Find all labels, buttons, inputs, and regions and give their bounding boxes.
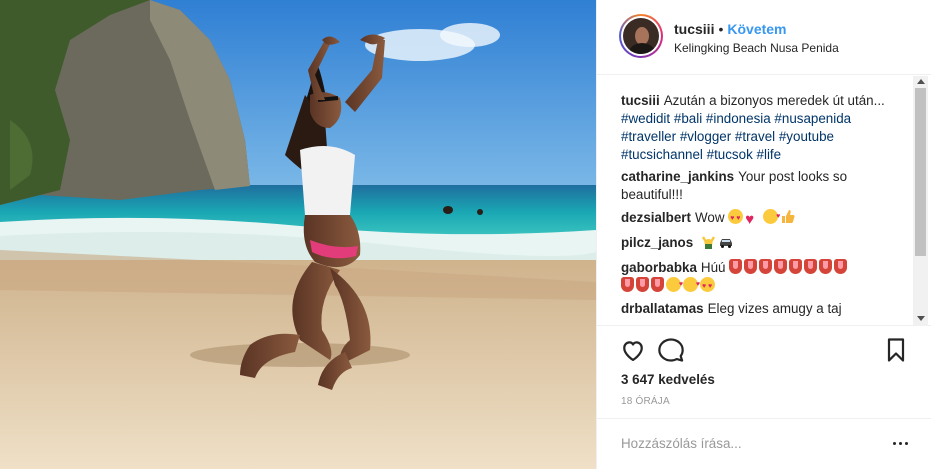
post-header: tucsiii • Követem Kelingking Beach Nusa Pe… bbox=[597, 0, 931, 75]
likes-count[interactable]: 3 647 kedvelés bbox=[621, 372, 715, 387]
hashtag-link[interactable]: #bali bbox=[674, 111, 702, 126]
tongue-emoji-icon bbox=[819, 259, 833, 274]
more-options-icon[interactable] bbox=[892, 435, 910, 451]
hashtag-link[interactable]: #traveller bbox=[621, 129, 676, 144]
heart-outline-icon bbox=[623, 341, 643, 362]
scroll-up-arrow-icon[interactable] bbox=[917, 79, 925, 84]
comment-button[interactable] bbox=[657, 336, 685, 364]
follow-button[interactable]: Követem bbox=[727, 21, 786, 37]
hashtag-link[interactable]: #vlogger bbox=[680, 129, 731, 144]
tongue-emoji-icon bbox=[744, 259, 758, 274]
hashtag-link[interactable]: #wedidit bbox=[621, 111, 670, 126]
comment-username[interactable]: tucsiii bbox=[621, 93, 660, 108]
tongue-emoji-icon bbox=[636, 277, 649, 292]
header-user-line: tucsiii • Követem bbox=[674, 21, 787, 37]
hashtag-link[interactable]: #indonesia bbox=[706, 111, 771, 126]
add-comment-section bbox=[597, 418, 931, 469]
post-photo[interactable] bbox=[0, 0, 596, 469]
tongue-emoji-icon bbox=[651, 277, 664, 292]
comment-item: gaborbabka Húú bbox=[621, 259, 907, 296]
hashtag-link[interactable]: #tucsok bbox=[707, 147, 753, 162]
hashtag-link[interactable]: #nusapenida bbox=[774, 111, 851, 126]
scrollbar-thumb[interactable] bbox=[915, 88, 926, 256]
comment-bubble-icon bbox=[658, 338, 684, 362]
comment-text: Wow bbox=[694, 210, 725, 225]
tongue-emoji-icon bbox=[804, 259, 818, 274]
kiss-emoji-icon bbox=[666, 276, 683, 294]
tongue-emoji-icon bbox=[774, 259, 788, 274]
kiss-emoji-icon bbox=[763, 208, 780, 226]
comment-input[interactable] bbox=[621, 432, 871, 454]
post-side-panel: tucsiii • Követem Kelingking Beach Nusa Pe… bbox=[596, 0, 931, 469]
car-emoji-icon bbox=[718, 234, 733, 249]
scroll-down-arrow-icon[interactable] bbox=[917, 316, 925, 321]
comment-item: catharine_jankins Your post looks so beau… bbox=[621, 168, 907, 204]
avatar[interactable] bbox=[619, 14, 663, 58]
heart-eyes-emoji-icon bbox=[700, 277, 715, 296]
comments-scrollbar[interactable] bbox=[913, 76, 928, 326]
comment-caption: tucsiii Azután a bizonyos meredek út után… bbox=[621, 92, 907, 164]
hashtag-link[interactable]: #life bbox=[757, 147, 782, 162]
comment-username[interactable]: dezsialbert bbox=[621, 210, 691, 225]
comment-text: Azután a bizonyos meredek út után... bbox=[663, 93, 885, 108]
bookmark-icon bbox=[887, 338, 905, 362]
kiss-emoji-icon bbox=[683, 276, 700, 294]
tongue-emoji-icon bbox=[729, 259, 743, 274]
tongue-emoji-icon bbox=[759, 259, 773, 274]
comment-username[interactable]: catharine_jankins bbox=[621, 169, 734, 184]
comment-username[interactable]: drballatamas bbox=[621, 301, 704, 316]
tongue-emoji-icon bbox=[789, 259, 803, 274]
save-button[interactable] bbox=[882, 336, 910, 364]
hashtag-link[interactable]: #youtube bbox=[779, 129, 834, 144]
hashtag-link[interactable]: #tucsichannel bbox=[621, 147, 703, 162]
tongue-emoji-icon bbox=[834, 259, 848, 274]
post-timestamp[interactable]: 18 ÓRÁJA bbox=[621, 396, 670, 407]
header-username[interactable]: tucsiii bbox=[674, 21, 714, 37]
comment-text: Eleg vizes amugy a taj bbox=[707, 301, 842, 316]
heart-eyes-emoji-icon bbox=[728, 209, 744, 228]
like-button[interactable] bbox=[619, 336, 647, 364]
comment-username[interactable]: pilcz_janos bbox=[621, 235, 693, 250]
thumbs-up-emoji-icon bbox=[780, 209, 795, 224]
heart-emoji-icon: ♥ bbox=[745, 211, 755, 228]
comments-list: tucsiii Azután a bizonyos meredek út után… bbox=[597, 76, 931, 326]
comment-item: drballatamas Eleg vizes amugy a taj bbox=[621, 300, 907, 318]
comment-username[interactable]: gaborbabka bbox=[621, 260, 697, 275]
comment-text: Húú bbox=[700, 260, 726, 275]
location-link[interactable]: Kelingking Beach Nusa Penida bbox=[674, 41, 839, 55]
comment-item: dezsialbert Wow ♥ bbox=[621, 208, 907, 228]
hashtag-link[interactable]: #travel bbox=[735, 129, 775, 144]
raising-hands-emoji-icon bbox=[701, 234, 716, 249]
separator-dot: • bbox=[718, 21, 724, 37]
beach-photo-image bbox=[0, 0, 596, 469]
comment-item: pilcz_janos bbox=[621, 234, 907, 252]
tongue-emoji-icon bbox=[621, 277, 634, 292]
